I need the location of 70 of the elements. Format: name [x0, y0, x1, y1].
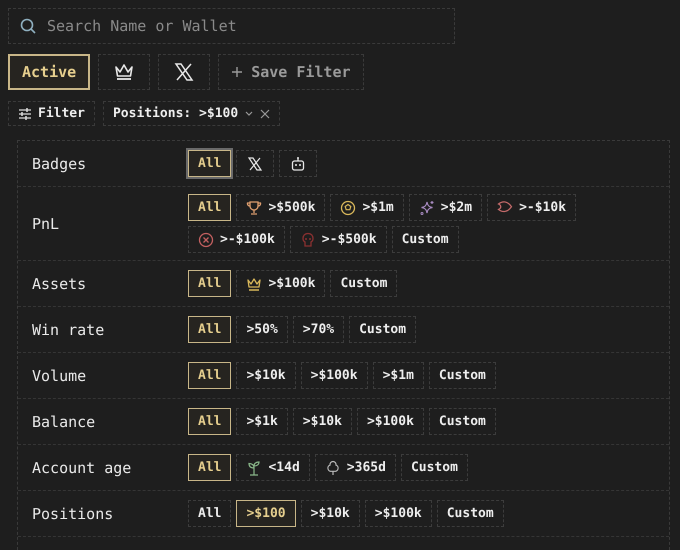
filter-option[interactable]: All — [188, 194, 232, 221]
filter-option[interactable]: >-$500k — [290, 226, 387, 253]
filter-label: Positions — [32, 504, 114, 522]
crown-icon — [246, 276, 262, 292]
crown-button[interactable] — [98, 54, 150, 90]
filter-option[interactable]: >$1k — [236, 408, 288, 435]
filter-option[interactable]: >$1m — [372, 362, 424, 389]
filter-option[interactable]: >$100k — [364, 500, 432, 527]
search-field[interactable]: Search Name or Wallet — [8, 8, 455, 44]
filter-option[interactable]: All — [188, 500, 232, 527]
filter-option[interactable]: >$10k — [292, 408, 352, 435]
filter-option[interactable]: Custom — [428, 408, 496, 435]
filter-option[interactable]: >-$10k — [487, 194, 576, 221]
filter-option[interactable]: All — [188, 454, 232, 481]
filter-option[interactable]: >$1m — [330, 194, 404, 221]
filter-option[interactable] — [236, 150, 274, 177]
filter-option[interactable]: >$10k — [236, 362, 296, 389]
filter-option[interactable]: All — [188, 270, 232, 297]
filter-label: Account age — [32, 458, 132, 476]
robot-icon — [290, 156, 306, 172]
active-filter-chip[interactable]: Positions: >$100 — [102, 101, 280, 126]
filter-option[interactable]: >-$100k — [188, 226, 285, 253]
skull-icon — [300, 232, 316, 248]
filter-option[interactable]: >70% — [292, 316, 344, 343]
sprout-icon — [246, 460, 262, 476]
filter-option[interactable]: >$100k — [300, 362, 368, 389]
x-logo-button[interactable] — [158, 54, 210, 90]
filter-label: Badges — [32, 154, 88, 172]
sliders-icon — [18, 108, 32, 120]
chevron-down-icon[interactable] — [244, 110, 254, 118]
preset-button[interactable]: Save Filter — [218, 54, 364, 90]
search-icon — [20, 18, 36, 34]
filter-option[interactable]: >$100 — [236, 500, 296, 527]
filter-option[interactable]: >365d — [314, 454, 396, 481]
filter-option[interactable]: All — [188, 362, 232, 389]
filter-option[interactable]: Custom — [330, 270, 398, 297]
filter-option[interactable]: Custom — [428, 362, 496, 389]
filter-option[interactable]: >$100k — [236, 270, 326, 297]
filter-option[interactable]: Custom — [436, 500, 504, 527]
trophy-icon — [246, 200, 262, 216]
crown-icon — [113, 62, 136, 82]
x-logo-icon — [247, 156, 264, 172]
filter-option[interactable]: Custom — [392, 226, 459, 253]
filter-label: Positions: >$100 — [112, 106, 238, 121]
x-circle-icon — [198, 232, 214, 248]
plus-icon — [231, 66, 244, 78]
filter-option[interactable]: All — [188, 408, 232, 435]
filter-option[interactable]: Custom — [349, 316, 416, 343]
close-icon[interactable] — [260, 108, 270, 118]
x-logo-icon — [174, 62, 194, 82]
filter-option[interactable]: All — [188, 316, 232, 343]
filter-option[interactable]: >$500k — [236, 194, 326, 221]
filter-label: PnL — [32, 214, 60, 232]
medal-icon — [340, 200, 356, 216]
filter-option[interactable]: >$2m — [408, 194, 482, 221]
tree-icon — [324, 460, 341, 476]
filter-option[interactable]: >50% — [236, 316, 288, 343]
filter-option[interactable]: All — [188, 150, 232, 177]
filter-option[interactable]: <14d — [236, 454, 310, 481]
filter-button[interactable]: Filter — [8, 101, 95, 126]
filter-option[interactable]: Custom — [400, 454, 468, 481]
filter-label: Assets — [32, 274, 88, 292]
filter-option[interactable] — [279, 150, 318, 177]
filter-label: Win rate — [32, 320, 106, 338]
sparkle-icon — [418, 200, 435, 216]
filter-option[interactable]: >$10k — [300, 500, 360, 527]
filter-label: Volume — [32, 366, 88, 384]
filter-option[interactable]: >$100k — [356, 408, 424, 435]
filter-label: Balance — [32, 412, 96, 430]
preset-button[interactable]: Active — [8, 54, 90, 90]
